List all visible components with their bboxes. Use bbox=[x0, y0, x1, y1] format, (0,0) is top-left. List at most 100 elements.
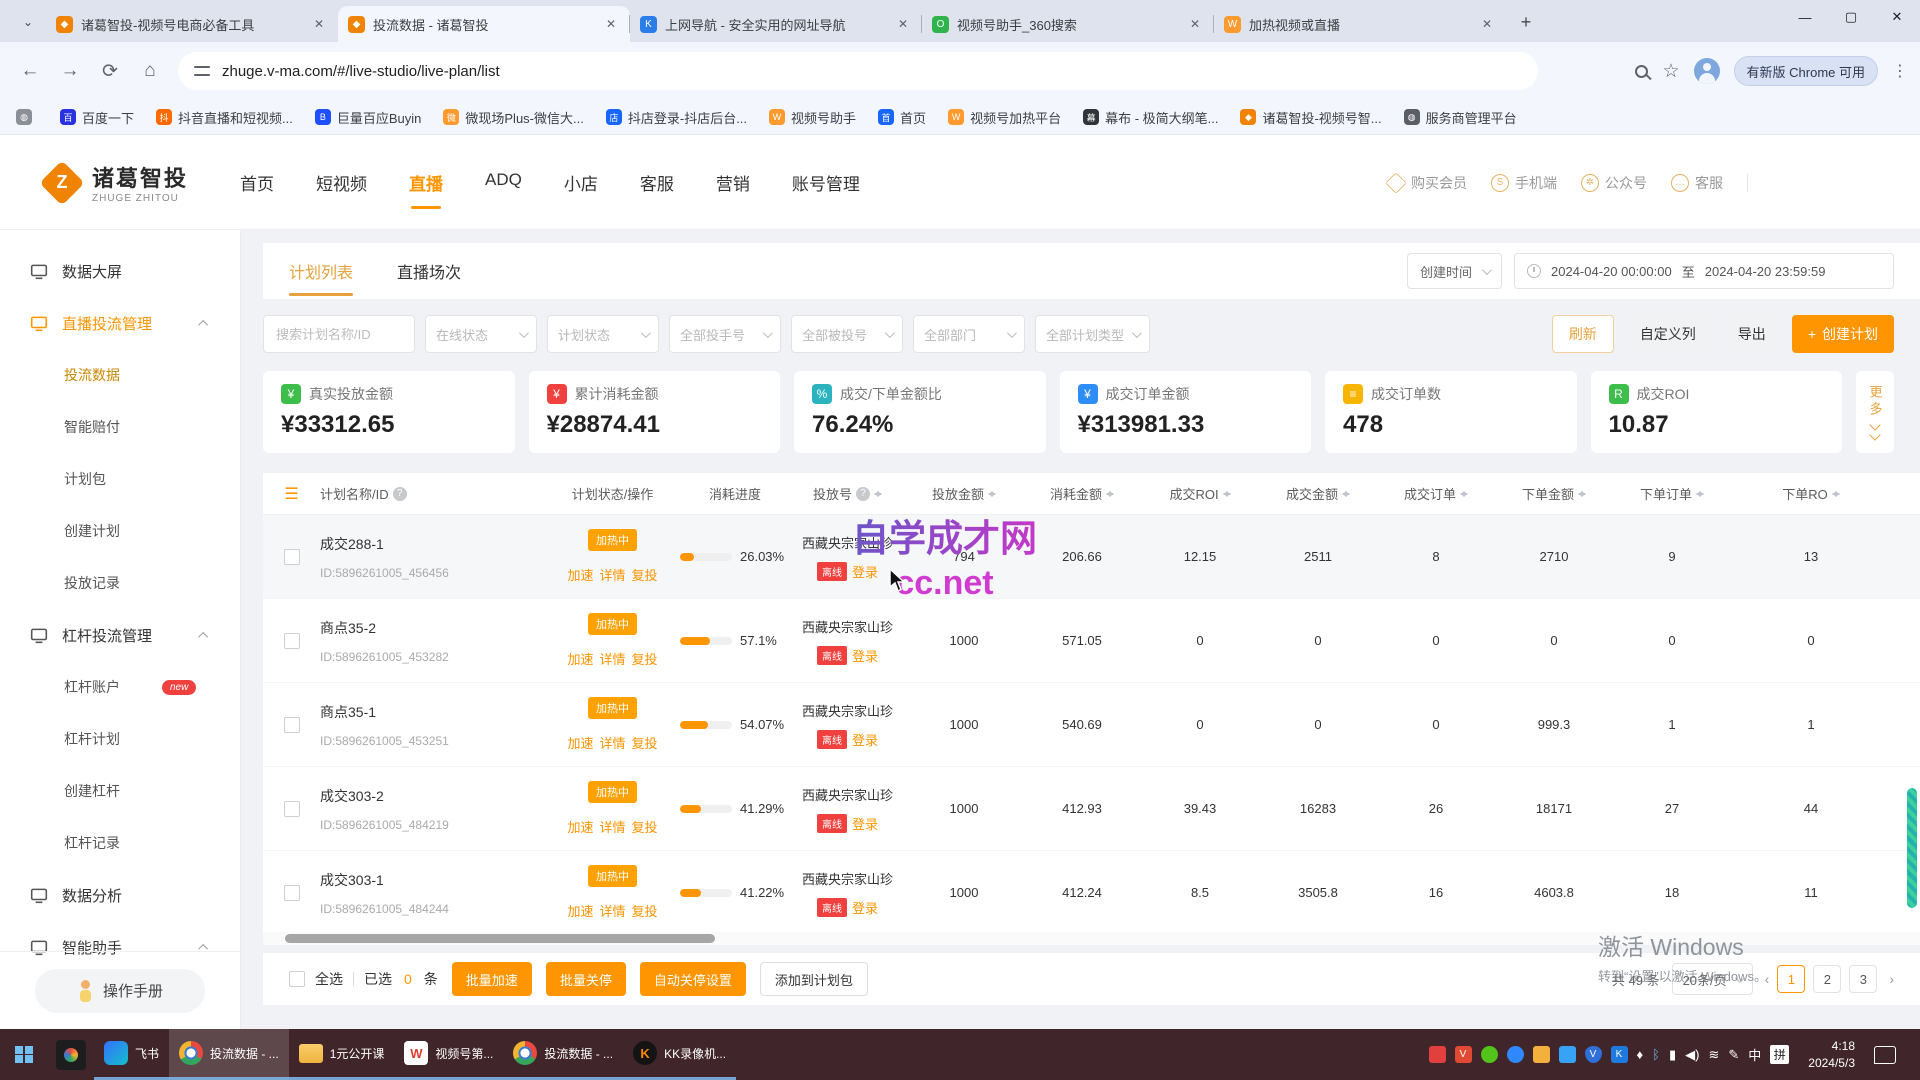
create-plan-button[interactable]: + 创建计划 bbox=[1792, 315, 1894, 353]
add-to-package-button[interactable]: 添加到计划包 bbox=[760, 962, 868, 996]
details-link[interactable]: 详情 bbox=[599, 565, 625, 584]
filter-online-status[interactable]: 在线状态 bbox=[425, 315, 537, 353]
sidebar-item[interactable]: 数据分析 bbox=[0, 869, 240, 921]
bookmark-item[interactable]: 百 百度一下 bbox=[60, 108, 134, 127]
tray-k-app-icon[interactable]: K bbox=[1611, 1046, 1628, 1063]
pinned-app-icon[interactable] bbox=[56, 1040, 86, 1070]
info-icon[interactable]: ? bbox=[856, 487, 870, 501]
date-start[interactable]: 2024-04-20 00:00:00 bbox=[1551, 264, 1672, 279]
bookmark-item[interactable]: W 视频号助手 bbox=[769, 108, 856, 127]
login-link[interactable]: 登录 bbox=[852, 814, 878, 833]
row-checkbox[interactable] bbox=[284, 633, 300, 649]
reinvest-link[interactable]: 复投 bbox=[632, 901, 658, 920]
taskbar-app-button[interactable]: 1元公开课 bbox=[289, 1029, 395, 1080]
new-tab-button[interactable]: + bbox=[1512, 8, 1540, 36]
tab-close-icon[interactable]: ✕ bbox=[602, 15, 620, 33]
details-link[interactable]: 详情 bbox=[599, 817, 625, 836]
taskbar-app-button[interactable]: W 视频号第... bbox=[394, 1029, 503, 1080]
sidebar-item[interactable]: 杠杆账户 new bbox=[0, 661, 240, 713]
sort-icon[interactable] bbox=[1832, 487, 1840, 501]
official-account-link[interactable]: ✲ 公众号 bbox=[1581, 173, 1647, 193]
reinvest-link[interactable]: 复投 bbox=[632, 565, 658, 584]
forward-icon[interactable]: → bbox=[52, 53, 88, 89]
tray-wechat-icon[interactable] bbox=[1481, 1046, 1498, 1063]
batch-stop-button[interactable]: 批量关停 bbox=[546, 962, 626, 996]
sort-icon[interactable] bbox=[988, 487, 996, 501]
sidebar-item[interactable]: 计划包 bbox=[0, 453, 240, 505]
page-number[interactable]: 1 bbox=[1777, 965, 1805, 993]
column-header[interactable]: 投放号 ? bbox=[790, 484, 905, 503]
filter-target-account[interactable]: 全部被投号 bbox=[791, 315, 903, 353]
browser-menu-icon[interactable]: ⋮ bbox=[1892, 61, 1908, 81]
page-size-select[interactable]: 20条/页 bbox=[1672, 963, 1753, 995]
microphone-icon[interactable]: ♦ bbox=[1637, 1047, 1644, 1062]
plan-name[interactable]: 成交288-1 bbox=[320, 534, 545, 554]
tab-live-sessions[interactable]: 直播场次 bbox=[397, 259, 461, 283]
search-input[interactable] bbox=[263, 315, 415, 353]
site-settings-icon[interactable] bbox=[194, 65, 210, 77]
sort-icon[interactable] bbox=[1460, 487, 1468, 501]
time-type-select[interactable]: 创建时间 bbox=[1407, 253, 1502, 289]
back-icon[interactable]: ← bbox=[12, 53, 48, 89]
sidebar-item[interactable]: 杠杆计划 bbox=[0, 713, 240, 765]
tab-search-icon[interactable]: ⌄ bbox=[14, 8, 42, 36]
row-checkbox[interactable] bbox=[284, 549, 300, 565]
details-link[interactable]: 详情 bbox=[599, 649, 625, 668]
plan-name[interactable]: 商点35-2 bbox=[320, 618, 545, 638]
profile-avatar[interactable] bbox=[1694, 58, 1720, 84]
mobile-app-link[interactable]: S 手机端 bbox=[1491, 173, 1557, 193]
export-button[interactable]: 导出 bbox=[1722, 315, 1782, 353]
sort-icon[interactable] bbox=[1578, 487, 1586, 501]
sidebar-item[interactable]: 投放记录 bbox=[0, 557, 240, 609]
plan-name[interactable]: 商点35-1 bbox=[320, 702, 545, 722]
tray-folder-icon[interactable] bbox=[1533, 1046, 1550, 1063]
browser-tab[interactable]: W 加热视频或直播 ✕ bbox=[1214, 6, 1506, 42]
bookmark-item[interactable]: 店 抖店登录-抖店后台... bbox=[606, 108, 747, 127]
filter-plan-type[interactable]: 全部计划类型 bbox=[1035, 315, 1150, 353]
column-header[interactable]: 成交订单 bbox=[1377, 484, 1495, 503]
ime-pinyin-indicator[interactable]: 拼 bbox=[1770, 1045, 1789, 1064]
prev-page-icon[interactable]: ‹ bbox=[1765, 971, 1770, 987]
row-checkbox[interactable] bbox=[284, 885, 300, 901]
date-end[interactable]: 2024-04-20 23:59:59 bbox=[1705, 264, 1826, 279]
browser-tab[interactable]: ◆ 投流数据 - 诸葛智投 ✕ bbox=[338, 6, 630, 42]
start-button[interactable] bbox=[0, 1029, 48, 1080]
table-row[interactable]: 成交303-1 ID:5896261005_484244 加热中 加速 详情 复… bbox=[263, 851, 1920, 935]
sidebar-item[interactable]: 杠杆记录 bbox=[0, 817, 240, 869]
accelerate-link[interactable]: 加速 bbox=[567, 901, 593, 920]
close-button[interactable]: ✕ bbox=[1874, 0, 1920, 34]
sidebar-item[interactable]: 数据大屏 bbox=[0, 245, 240, 297]
page-number[interactable]: 2 bbox=[1813, 965, 1841, 993]
nav-item[interactable]: 客服 bbox=[640, 170, 674, 195]
refresh-button[interactable]: 刷新 bbox=[1552, 315, 1614, 353]
table-row[interactable]: 成交303-2 ID:5896261005_484219 加热中 加速 详情 复… bbox=[263, 767, 1920, 851]
minimize-button[interactable]: — bbox=[1782, 0, 1828, 34]
column-header[interactable]: 下单订单 bbox=[1613, 484, 1731, 503]
table-row[interactable]: 成交288-1 ID:5896261005_456456 加热中 加速 详情 复… bbox=[263, 515, 1920, 599]
bookmark-item[interactable]: ◍ 服务商管理平台 bbox=[1404, 108, 1517, 127]
nav-item[interactable]: 直播 bbox=[409, 170, 443, 195]
address-bar[interactable]: zhuge.v-ma.com/#/live-studio/live-plan/l… bbox=[178, 52, 1538, 90]
column-settings-icon[interactable]: ☰ bbox=[284, 484, 298, 504]
nav-item[interactable]: 账号管理 bbox=[792, 170, 860, 195]
search-icon[interactable] bbox=[1635, 65, 1648, 78]
notification-center-icon[interactable] bbox=[1874, 1046, 1896, 1064]
vertical-scrollbar-thumb[interactable] bbox=[1907, 788, 1917, 908]
browser-tab[interactable]: ◆ 诸葛智投-视频号电商必备工具 ✕ bbox=[46, 6, 338, 42]
customize-columns-button[interactable]: 自定义列 bbox=[1624, 315, 1712, 353]
login-link[interactable]: 登录 bbox=[852, 730, 878, 749]
sidebar-item[interactable]: 杠杆投流管理 bbox=[0, 609, 240, 661]
bookmark-item[interactable]: 首 首页 bbox=[878, 108, 926, 127]
sidebar-item[interactable]: 创建计划 bbox=[0, 505, 240, 557]
tab-close-icon[interactable]: ✕ bbox=[894, 15, 912, 33]
nav-item[interactable]: 营销 bbox=[716, 170, 750, 195]
reinvest-link[interactable]: 复投 bbox=[632, 733, 658, 752]
reinvest-link[interactable]: 复投 bbox=[632, 817, 658, 836]
filter-operator-account[interactable]: 全部投手号 bbox=[669, 315, 781, 353]
nav-item[interactable]: 小店 bbox=[564, 170, 598, 195]
column-header[interactable]: 计划状态/操作 bbox=[545, 484, 680, 503]
network-icon[interactable]: ≋ bbox=[1708, 1047, 1719, 1063]
more-stats-button[interactable]: 更多 bbox=[1856, 371, 1894, 453]
column-header[interactable]: 投放金额 bbox=[905, 484, 1023, 503]
details-link[interactable]: 详情 bbox=[599, 901, 625, 920]
